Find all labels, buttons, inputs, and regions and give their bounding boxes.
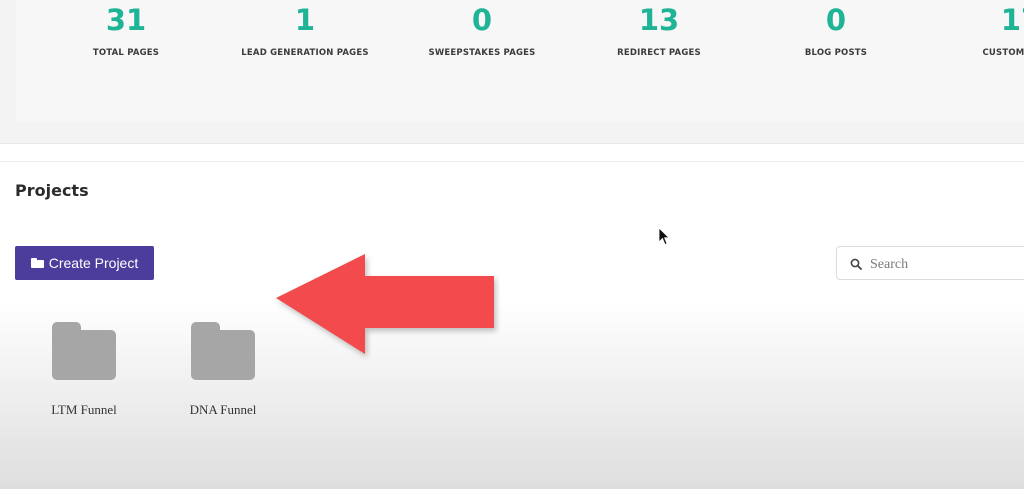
projects-heading: Projects <box>15 181 89 200</box>
stat-label: CUSTOM PAGES <box>982 48 1024 58</box>
search-icon <box>850 258 862 270</box>
folder-icon <box>52 322 116 380</box>
stats-band: 31 TOTAL PAGES 1 LEAD GENERATION PAGES 0… <box>0 0 1024 144</box>
stats-panel: 31 TOTAL PAGES 1 LEAD GENERATION PAGES 0… <box>16 0 1024 122</box>
stat-label: REDIRECT PAGES <box>617 48 701 58</box>
project-folder-ltm-funnel[interactable]: LTM Funnel <box>34 322 134 418</box>
search-box[interactable] <box>836 246 1024 280</box>
stat-label: SWEEPSTAKES PAGES <box>428 48 536 58</box>
stat-value: 17 <box>1000 3 1024 37</box>
section-divider <box>0 161 1024 162</box>
create-project-label: Create Project <box>48 255 139 271</box>
search-input[interactable] <box>868 254 1022 276</box>
stat-value: 31 <box>105 3 147 37</box>
folder-name: DNA Funnel <box>189 402 257 417</box>
mouse-cursor-icon <box>658 227 670 246</box>
red-arrow-left-icon <box>276 254 494 354</box>
folder-icon <box>30 258 44 268</box>
stat-label: TOTAL PAGES <box>92 48 160 58</box>
folder-name: LTM Funnel <box>51 402 117 417</box>
stat-value: 13 <box>638 3 680 37</box>
stat-label: LEAD GENERATION PAGES <box>241 48 369 58</box>
stat-label: BLOG POSTS <box>804 48 868 58</box>
stat-value: 0 <box>471 3 493 37</box>
stat-value: 1 <box>294 3 316 37</box>
project-folder-dna-funnel[interactable]: DNA Funnel <box>173 322 273 418</box>
stat-value: 0 <box>825 3 847 37</box>
folder-icon <box>191 322 255 380</box>
create-project-button[interactable]: Create Project <box>15 246 154 280</box>
